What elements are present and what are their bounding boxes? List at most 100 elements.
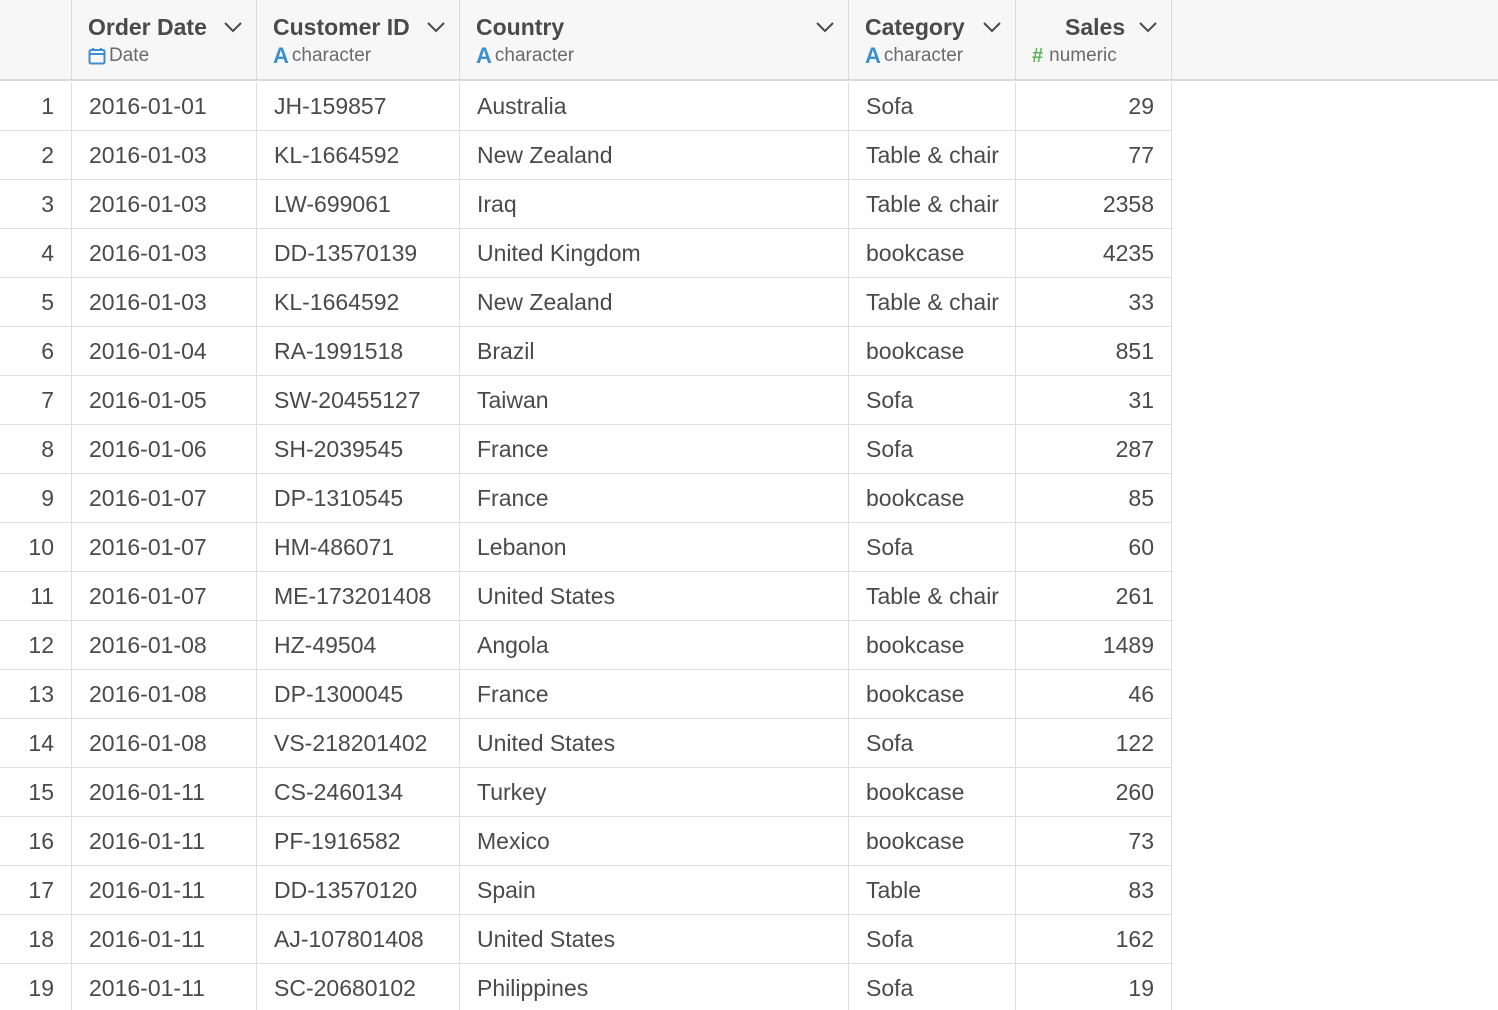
cell-order-date[interactable]: 2016-01-07	[72, 474, 257, 522]
table-row[interactable]: 13 2016-01-08 DP-1300045 France bookcase 46	[0, 670, 1172, 719]
table-row[interactable]: 8 2016-01-06 SH-2039545 France Sofa 287	[0, 425, 1172, 474]
cell-country[interactable]: United States	[460, 915, 849, 963]
table-row[interactable]: 3 2016-01-03 LW-699061 Iraq Table & chair 235…	[0, 180, 1172, 229]
cell-country[interactable]: Spain	[460, 866, 849, 914]
table-row[interactable]: 16 2016-01-11 PF-1916582 Mexico bookcase 73	[0, 817, 1172, 866]
column-header-sales[interactable]: Sales # numeric	[1016, 0, 1172, 80]
cell-order-date[interactable]: 2016-01-03	[72, 229, 257, 277]
cell-customer-id[interactable]: RA-1991518	[257, 327, 460, 375]
cell-sales[interactable]: 260	[1016, 768, 1172, 816]
cell-customer-id[interactable]: LW-699061	[257, 180, 460, 228]
cell-category[interactable]: Sofa	[849, 719, 1016, 767]
cell-order-date[interactable]: 2016-01-01	[72, 82, 257, 130]
chevron-down-icon[interactable]	[815, 20, 835, 34]
cell-sales[interactable]: 1489	[1016, 621, 1172, 669]
cell-country[interactable]: United States	[460, 572, 849, 620]
cell-country[interactable]: France	[460, 670, 849, 718]
cell-category[interactable]: Sofa	[849, 82, 1016, 130]
cell-sales[interactable]: 122	[1016, 719, 1172, 767]
cell-customer-id[interactable]: DP-1300045	[257, 670, 460, 718]
cell-country[interactable]: Brazil	[460, 327, 849, 375]
cell-customer-id[interactable]: DP-1310545	[257, 474, 460, 522]
table-row[interactable]: 18 2016-01-11 AJ-107801408 United States Sof…	[0, 915, 1172, 964]
cell-customer-id[interactable]: DD-13570120	[257, 866, 460, 914]
table-row[interactable]: 10 2016-01-07 HM-486071 Lebanon Sofa 60	[0, 523, 1172, 572]
cell-category[interactable]: Table	[849, 866, 1016, 914]
cell-sales[interactable]: 83	[1016, 866, 1172, 914]
cell-category[interactable]: bookcase	[849, 229, 1016, 277]
table-row[interactable]: 2 2016-01-03 KL-1664592 New Zealand Table & …	[0, 131, 1172, 180]
cell-customer-id[interactable]: KL-1664592	[257, 131, 460, 179]
cell-country[interactable]: United States	[460, 719, 849, 767]
cell-customer-id[interactable]: DD-13570139	[257, 229, 460, 277]
cell-customer-id[interactable]: SH-2039545	[257, 425, 460, 473]
chevron-down-icon[interactable]	[1138, 20, 1158, 34]
cell-sales[interactable]: 60	[1016, 523, 1172, 571]
chevron-down-icon[interactable]	[223, 20, 243, 34]
cell-order-date[interactable]: 2016-01-03	[72, 180, 257, 228]
cell-sales[interactable]: 851	[1016, 327, 1172, 375]
cell-country[interactable]: Mexico	[460, 817, 849, 865]
cell-customer-id[interactable]: ME-173201408	[257, 572, 460, 620]
chevron-down-icon[interactable]	[982, 20, 1002, 34]
cell-country[interactable]: Philippines	[460, 964, 849, 1010]
cell-category[interactable]: bookcase	[849, 817, 1016, 865]
table-row[interactable]: 17 2016-01-11 DD-13570120 Spain Table 83	[0, 866, 1172, 915]
cell-order-date[interactable]: 2016-01-11	[72, 964, 257, 1010]
cell-order-date[interactable]: 2016-01-08	[72, 719, 257, 767]
table-row[interactable]: 14 2016-01-08 VS-218201402 United States Sof…	[0, 719, 1172, 768]
table-row[interactable]: 15 2016-01-11 CS-2460134 Turkey bookcase 260	[0, 768, 1172, 817]
cell-category[interactable]: Table & chair	[849, 278, 1016, 326]
table-row[interactable]: 4 2016-01-03 DD-13570139 United Kingdom book…	[0, 229, 1172, 278]
cell-customer-id[interactable]: AJ-107801408	[257, 915, 460, 963]
cell-category[interactable]: bookcase	[849, 327, 1016, 375]
cell-category[interactable]: Sofa	[849, 425, 1016, 473]
column-header-country[interactable]: Country A character	[460, 0, 849, 80]
cell-customer-id[interactable]: PF-1916582	[257, 817, 460, 865]
cell-sales[interactable]: 73	[1016, 817, 1172, 865]
cell-order-date[interactable]: 2016-01-07	[72, 523, 257, 571]
table-row[interactable]: 5 2016-01-03 KL-1664592 New Zealand Table & …	[0, 278, 1172, 327]
cell-order-date[interactable]: 2016-01-11	[72, 817, 257, 865]
cell-customer-id[interactable]: HZ-49504	[257, 621, 460, 669]
cell-country[interactable]: France	[460, 474, 849, 522]
cell-sales[interactable]: 31	[1016, 376, 1172, 424]
table-row[interactable]: 12 2016-01-08 HZ-49504 Angola bookcase 1489	[0, 621, 1172, 670]
cell-category[interactable]: bookcase	[849, 768, 1016, 816]
cell-country[interactable]: Australia	[460, 82, 849, 130]
cell-sales[interactable]: 19	[1016, 964, 1172, 1010]
cell-order-date[interactable]: 2016-01-03	[72, 278, 257, 326]
cell-sales[interactable]: 77	[1016, 131, 1172, 179]
cell-sales[interactable]: 46	[1016, 670, 1172, 718]
table-row[interactable]: 11 2016-01-07 ME-173201408 United States Tab…	[0, 572, 1172, 621]
cell-country[interactable]: New Zealand	[460, 278, 849, 326]
cell-order-date[interactable]: 2016-01-03	[72, 131, 257, 179]
cell-country[interactable]: Turkey	[460, 768, 849, 816]
cell-customer-id[interactable]: JH-159857	[257, 82, 460, 130]
cell-category[interactable]: Table & chair	[849, 180, 1016, 228]
cell-customer-id[interactable]: KL-1664592	[257, 278, 460, 326]
cell-order-date[interactable]: 2016-01-07	[72, 572, 257, 620]
cell-customer-id[interactable]: VS-218201402	[257, 719, 460, 767]
cell-country[interactable]: New Zealand	[460, 131, 849, 179]
cell-customer-id[interactable]: CS-2460134	[257, 768, 460, 816]
cell-country[interactable]: Iraq	[460, 180, 849, 228]
cell-country[interactable]: France	[460, 425, 849, 473]
chevron-down-icon[interactable]	[426, 20, 446, 34]
cell-country[interactable]: Lebanon	[460, 523, 849, 571]
cell-category[interactable]: bookcase	[849, 474, 1016, 522]
cell-sales[interactable]: 85	[1016, 474, 1172, 522]
table-row[interactable]: 9 2016-01-07 DP-1310545 France bookcase 85	[0, 474, 1172, 523]
cell-category[interactable]: Table & chair	[849, 131, 1016, 179]
cell-sales[interactable]: 29	[1016, 82, 1172, 130]
cell-order-date[interactable]: 2016-01-08	[72, 670, 257, 718]
cell-category[interactable]: Sofa	[849, 523, 1016, 571]
cell-customer-id[interactable]: HM-486071	[257, 523, 460, 571]
cell-sales[interactable]: 261	[1016, 572, 1172, 620]
cell-sales[interactable]: 33	[1016, 278, 1172, 326]
table-row[interactable]: 7 2016-01-05 SW-20455127 Taiwan Sofa 31	[0, 376, 1172, 425]
cell-order-date[interactable]: 2016-01-08	[72, 621, 257, 669]
cell-category[interactable]: Sofa	[849, 376, 1016, 424]
cell-category[interactable]: Table & chair	[849, 572, 1016, 620]
table-row[interactable]: 19 2016-01-11 SC-20680102 Philippines Sofa 19	[0, 964, 1172, 1010]
